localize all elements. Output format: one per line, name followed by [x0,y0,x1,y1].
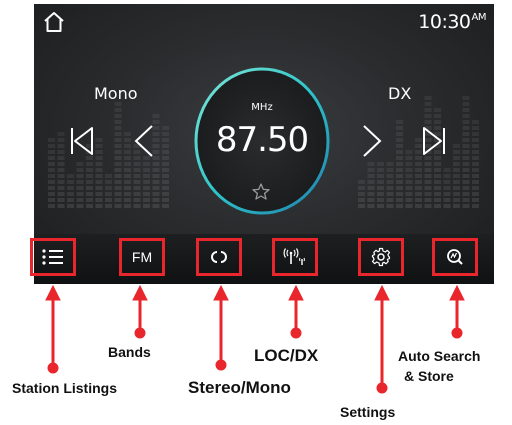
callout-bands: Bands [108,344,151,360]
callout-auto-search-store: Auto Search & Store [398,346,512,386]
callout-auto-search-line1: Auto Search [398,348,481,364]
callout-settings: Settings [340,404,396,420]
callout-loc-dx: LOC/DX [254,346,319,365]
callout-auto-search-line2: & Store [404,368,454,384]
callout-station-listings: Station Listings [12,380,117,396]
callout-stereo-mono: Stereo/Mono [188,378,291,397]
